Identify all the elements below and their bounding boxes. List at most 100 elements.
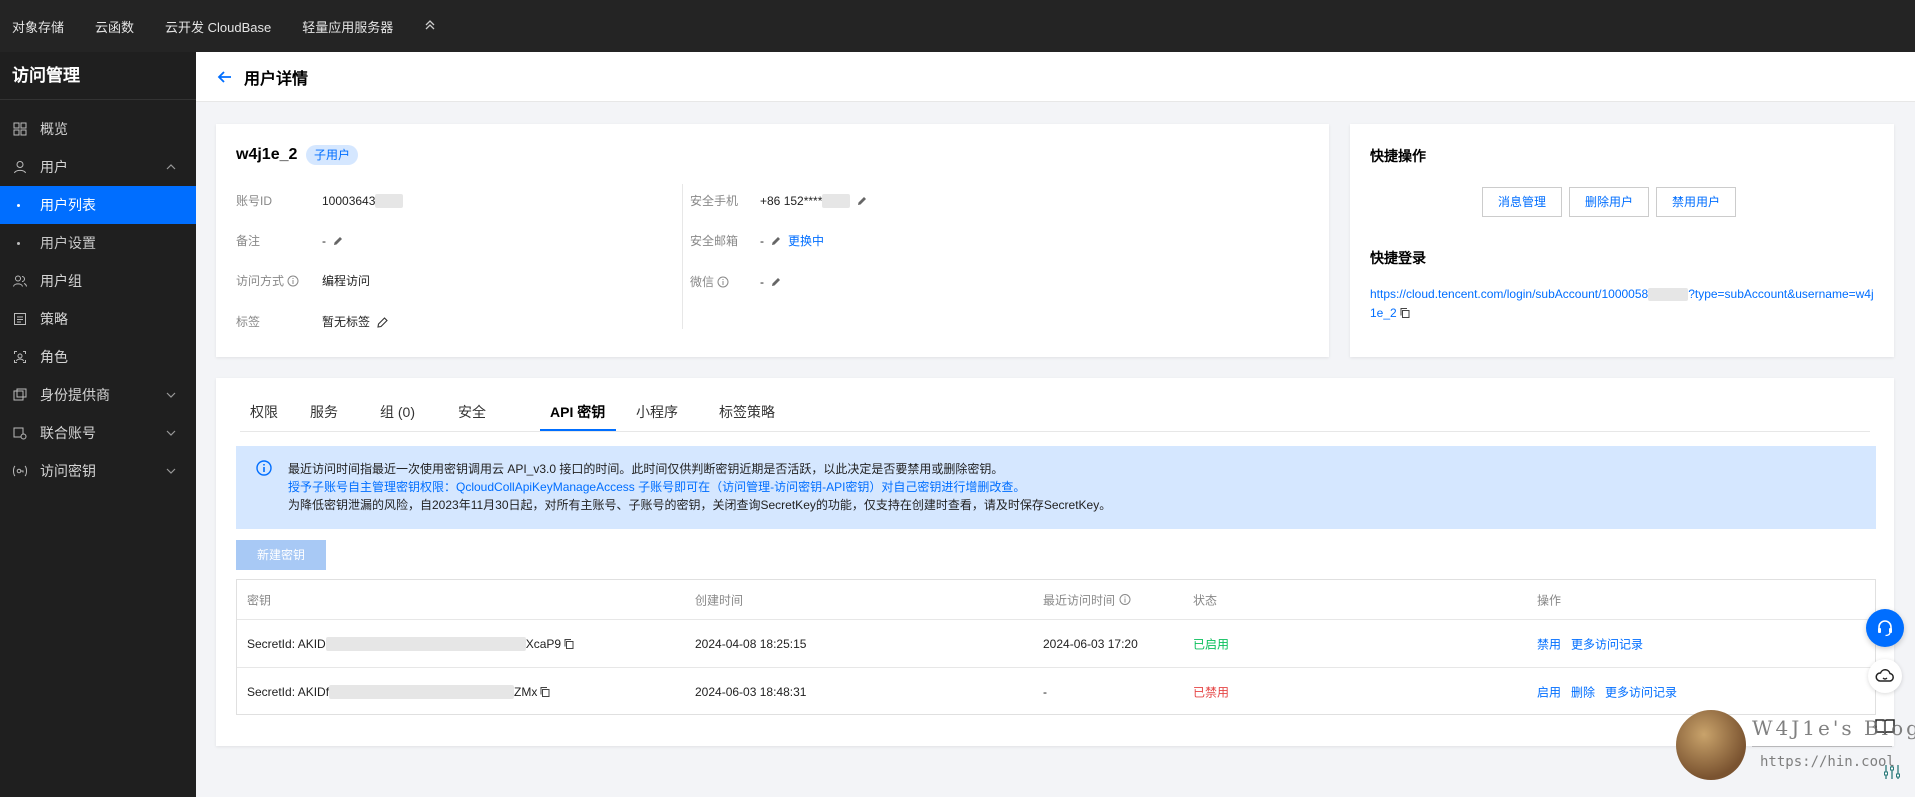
column-header: 密钥 [247,593,272,607]
edit-pencil-icon[interactable] [770,276,782,288]
copy-icon[interactable] [563,638,575,650]
role-icon [12,349,28,365]
quick-ops-buttons: 消息管理 删除用户 禁用用户 [1482,187,1743,217]
top-nav-bar: 对象存储 云函数 云开发 CloudBase 轻量应用服务器 [0,0,1915,52]
quick-ops-title: 快捷操作 [1370,148,1426,164]
customer-service-button[interactable] [1866,609,1904,647]
edit-pencil-icon[interactable] [332,235,344,247]
email-value: - [760,233,764,248]
message-management-button[interactable]: 消息管理 [1482,187,1563,217]
sidebar-item-label: 策略 [40,311,68,327]
info-icon[interactable] [717,276,729,288]
created-time-cell: 2024-04-08 18:25:15 [695,636,807,651]
last-access-cell: - [1043,684,1047,699]
top-nav-item-lighthouse[interactable]: 轻量应用服务器 [302,17,393,36]
last-access-cell: 2024-06-03 17:20 [1043,636,1138,651]
sidebar-item-user[interactable]: 用户 [0,148,196,186]
copy-icon[interactable] [1399,307,1411,319]
phone-row: 安全手机 +86 152**** [690,192,868,209]
top-nav-item-cos[interactable]: 对象存储 [12,17,64,36]
disable-key-link[interactable]: 禁用 [1537,635,1561,652]
user-type-badge: 子用户 [306,145,359,165]
user-icon [12,159,28,175]
top-nav-item-cloudbase[interactable]: 云开发 CloudBase [165,17,271,36]
note-row: 备注 - [236,232,344,249]
sidebar: 访问管理 概览 用户 用户列表 用户设置 用户组 策略 角色 身份提供商 联合账… [0,52,196,797]
api-key-table: 密钥 创建时间 最近访问时间 状态 操作 SecretId: AKID XcaP9… [236,579,1876,715]
cloud-assistant-button[interactable] [1868,659,1902,693]
delete-user-button[interactable]: 删除用户 [1569,187,1650,217]
wechat-row: 微信 - [690,273,782,290]
masked-region [822,193,851,208]
tab-security[interactable]: 安全 [458,402,486,432]
disable-user-button[interactable]: 禁用用户 [1656,187,1737,217]
tab-mini-program[interactable]: 小程序 [636,402,678,432]
edit-pencil-icon[interactable] [856,195,868,207]
notice-line: 最近访问时间指最近一次使用密钥调用云 API_v3.0 接口的时间。此时间仅供判… [288,462,1004,476]
tab-permission[interactable]: 权限 [250,402,278,432]
tag-row: 标签 暂无标签 [236,313,388,330]
secret-id-cell: SecretId: AKID XcaP9 [247,636,575,651]
column-header-text: 最近访问时间 [1043,593,1116,607]
field-label-text: 访问方式 [236,274,285,288]
collapse-nav-icon[interactable] [424,19,436,34]
top-nav-item-scf[interactable]: 云函数 [95,17,134,36]
sidebar-item-federation[interactable]: 联合账号 [0,414,196,452]
sidebar-item-overview[interactable]: 概览 [0,110,196,148]
field-label-text: 微信 [690,275,715,289]
sidebar-item-policy[interactable]: 策略 [0,300,196,338]
new-key-button[interactable]: 新建密钥 [236,540,326,570]
field-label: 账号ID [236,194,273,208]
cloud-icon [1875,669,1894,682]
column-header: 状态 [1193,593,1218,607]
enable-key-link[interactable]: 启用 [1537,683,1561,700]
table-header: 密钥 创建时间 最近访问时间 状态 操作 [237,580,1875,620]
page-title: 用户详情 [244,70,309,88]
email-changing-link[interactable]: 更换中 [788,232,824,249]
back-arrow-icon[interactable] [216,68,234,86]
tab-service[interactable]: 服务 [310,402,338,432]
copy-icon[interactable] [539,686,551,698]
active-tab-indicator [540,429,616,431]
info-icon[interactable] [287,275,299,287]
key-icon [12,463,28,479]
edit-pencil-icon[interactable] [376,316,388,328]
grid-icon [12,121,28,137]
secret-id-prefix: SecretId: AKIDf [247,684,330,699]
phone-value: +86 152**** [760,193,823,208]
more-access-records-link[interactable]: 更多访问记录 [1571,635,1643,652]
notice-line: 为降低密钥泄漏的风险，自2023年11月30日起，对所有主账号、子账号的密钥，关… [288,498,1112,512]
sidebar-item-role[interactable]: 角色 [0,338,196,376]
watermark-avatar [1676,710,1746,780]
field-label: 安全邮箱 [690,234,739,248]
secret-id-suffix: XcaP9 [525,636,562,651]
tab-api-key[interactable]: API 密钥 [550,402,605,432]
sidebar-item-identity-provider[interactable]: 身份提供商 [0,376,196,414]
tag-value: 暂无标签 [322,315,371,329]
info-icon [256,460,272,476]
quick-actions-card: 快捷操作 消息管理 删除用户 禁用用户 快捷登录 https://cloud.t… [1350,124,1894,357]
status-badge: 已禁用 [1193,685,1230,699]
operations-cell: 启用 删除 更多访问记录 [1537,683,1687,700]
column-header: 创建时间 [695,593,744,607]
more-access-records-link[interactable]: 更多访问记录 [1605,683,1677,700]
email-row: 安全邮箱 - 更换中 [690,232,824,249]
sidebar-item-access-key[interactable]: 访问密钥 [0,452,196,490]
quick-login-link[interactable]: https://cloud.tencent.com/login/subAccou… [1370,285,1875,323]
delete-key-link[interactable]: 删除 [1571,683,1595,700]
masked-region [1648,288,1689,302]
tab-tag-policy[interactable]: 标签策略 [719,402,775,432]
login-url-part: https://cloud.tencent.com/login/subAccou… [1370,287,1649,301]
column-header: 最近访问时间 [1043,591,1131,608]
sidebar-item-user-settings[interactable]: 用户设置 [0,224,196,262]
edit-pencil-icon[interactable] [770,235,782,247]
detail-tabs: 权限 服务 组 (0) 安全 API 密钥 小程序 标签策略 [240,402,1870,432]
sidebar-item-user-list[interactable]: 用户列表 [0,186,196,224]
info-icon[interactable] [1119,594,1131,606]
chevron-down-icon [164,426,178,440]
quick-login-title: 快捷登录 [1370,250,1426,266]
sidebar-item-label: 概览 [40,121,68,137]
tab-group[interactable]: 组 (0) [380,402,415,432]
notice-permission-link[interactable]: 授予子账号自主管理密钥权限：QcloudCollApiKeyManageAcce… [288,478,1025,495]
sidebar-item-user-group[interactable]: 用户组 [0,262,196,300]
